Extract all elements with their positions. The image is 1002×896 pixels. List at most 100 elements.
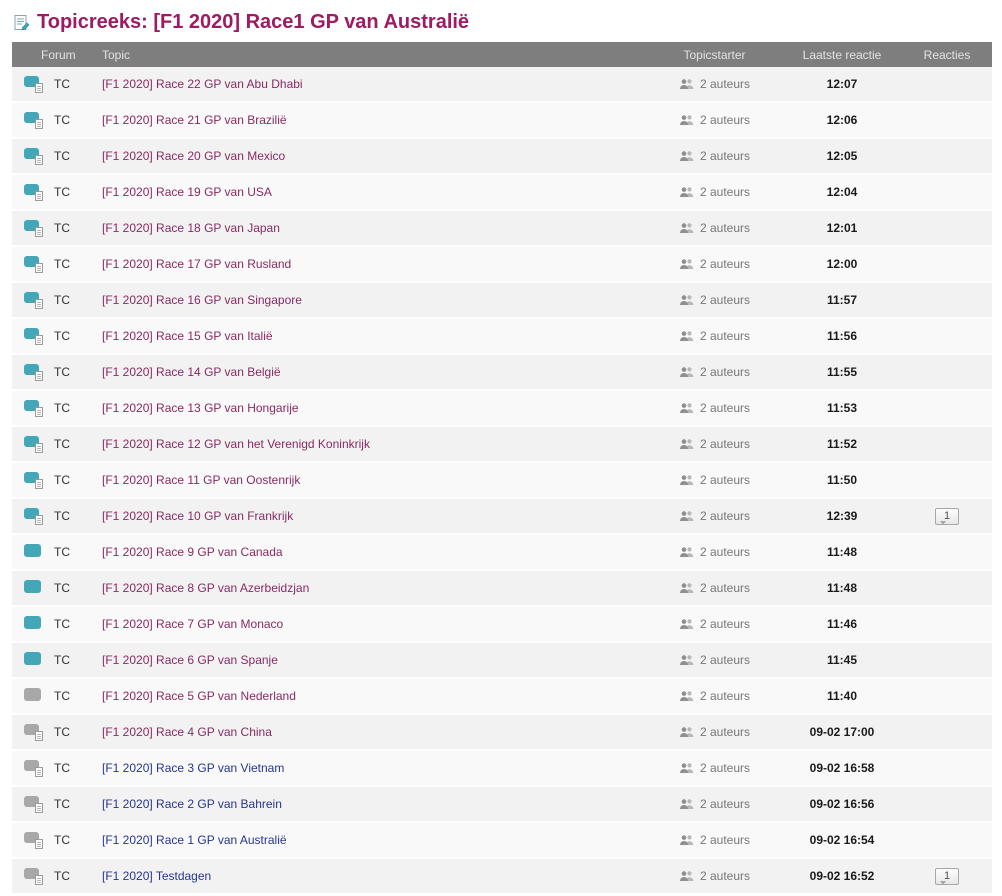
topic-link[interactable]: [F1 2020] Race 18 GP van Japan (102, 221, 280, 235)
table-body: TC [F1 2020] Race 22 GP van Abu Dhabi 2 … (12, 67, 992, 895)
topic-link[interactable]: [F1 2020] Race 8 GP van Azerbeidzjan (102, 581, 309, 595)
forum-code-link[interactable]: TC (54, 329, 70, 343)
forum-code-link[interactable]: TC (54, 257, 70, 271)
topic-link[interactable]: [F1 2020] Race 2 GP van Bahrein (102, 797, 282, 811)
topic-link[interactable]: [F1 2020] Race 5 GP van Nederland (102, 689, 296, 703)
topic-cell: [F1 2020] Race 13 GP van Hongarije (90, 401, 647, 415)
forum-cell: TC (12, 759, 90, 777)
forum-code-link[interactable]: TC (54, 617, 70, 631)
table-row: TC [F1 2020] Race 6 GP van Spanje 2 aute… (12, 643, 992, 679)
forum-code-link[interactable]: TC (54, 581, 70, 595)
topic-status-bubble-icon (23, 759, 45, 777)
topic-link[interactable]: [F1 2020] Race 4 GP van China (102, 725, 272, 739)
authors-count-label: 2 auteurs (699, 725, 751, 739)
topic-series-icon (13, 14, 30, 31)
topic-link[interactable]: [F1 2020] Testdagen (102, 869, 211, 883)
topic-cell: [F1 2020] Testdagen (90, 869, 647, 883)
forum-code-link[interactable]: TC (54, 797, 70, 811)
topicstarter-cell: 2 auteurs (647, 797, 782, 811)
note-page-icon (35, 839, 43, 849)
authors-group-icon (679, 114, 695, 126)
note-page-icon (35, 263, 43, 273)
topic-link[interactable]: [F1 2020] Race 15 GP van Italië (102, 329, 273, 343)
topicstarter-cell: 2 auteurs (647, 725, 782, 739)
authors-group-icon (679, 150, 695, 162)
topic-link[interactable]: [F1 2020] Race 19 GP van USA (102, 185, 272, 199)
last-reply-time: 12:07 (826, 77, 858, 91)
forum-cell: TC (12, 291, 90, 309)
topicstarter-cell: 2 auteurs (647, 869, 782, 883)
forum-code-link[interactable]: TC (54, 761, 70, 775)
topic-link[interactable]: [F1 2020] Race 12 GP van het Verenigd Ko… (102, 437, 370, 451)
topic-status-bubble-icon (23, 687, 45, 705)
forum-code-link[interactable]: TC (54, 689, 70, 703)
forum-code-link[interactable]: TC (54, 869, 70, 883)
forum-code-link[interactable]: TC (54, 365, 70, 379)
topic-link[interactable]: [F1 2020] Race 17 GP van Rusland (102, 257, 291, 271)
reply-count-badge[interactable]: 1 (935, 507, 959, 525)
topic-link[interactable]: [F1 2020] Race 1 GP van Australië (102, 833, 287, 847)
topic-link[interactable]: [F1 2020] Race 14 GP van België (102, 365, 281, 379)
authors-group-icon (679, 222, 695, 234)
topic-link[interactable]: [F1 2020] Race 16 GP van Singapore (102, 293, 302, 307)
authors-group-icon (679, 258, 695, 270)
note-page-icon (35, 335, 43, 345)
column-header-replies: Reacties (923, 47, 971, 62)
topic-cell: [F1 2020] Race 17 GP van Rusland (90, 257, 647, 271)
table-row: TC [F1 2020] Race 9 GP van Canada 2 aute… (12, 535, 992, 571)
forum-code-link[interactable]: TC (54, 509, 70, 523)
forum-code-link[interactable]: TC (54, 473, 70, 487)
reply-count-badge[interactable]: 1 (935, 867, 959, 885)
page-header: Topicreeks: [F1 2020] Race1 GP van Austr… (0, 0, 1002, 42)
forum-code-link[interactable]: TC (54, 77, 70, 91)
topic-link[interactable]: [F1 2020] Race 6 GP van Spanje (102, 653, 278, 667)
topic-status-bubble-icon (23, 543, 45, 561)
last-reply-time: 09-02 16:58 (809, 761, 875, 775)
table-row: TC [F1 2020] Race 22 GP van Abu Dhabi 2 … (12, 67, 992, 103)
topic-cell: [F1 2020] Race 20 GP van Mexico (90, 149, 647, 163)
note-page-icon (35, 803, 43, 813)
forum-code-link[interactable]: TC (54, 185, 70, 199)
last-reply-time: 11:48 (826, 581, 858, 595)
topic-link[interactable]: [F1 2020] Race 9 GP van Canada (102, 545, 283, 559)
authors-group-icon (679, 546, 695, 558)
note-page-icon (35, 119, 43, 129)
topic-link[interactable]: [F1 2020] Race 22 GP van Abu Dhabi (102, 77, 303, 91)
table-row: TC [F1 2020] Race 20 GP van Mexico 2 aut… (12, 139, 992, 175)
forum-code-link[interactable]: TC (54, 293, 70, 307)
forum-code-link[interactable]: TC (54, 833, 70, 847)
authors-count-label: 2 auteurs (699, 473, 751, 487)
authors-count-label: 2 auteurs (699, 185, 751, 199)
topic-link[interactable]: [F1 2020] Race 7 GP van Monaco (102, 617, 283, 631)
speech-bubble-icon (24, 688, 41, 701)
topic-link[interactable]: [F1 2020] Race 11 GP van Oostenrijk (102, 473, 300, 487)
table-row: TC [F1 2020] Race 14 GP van België 2 aut… (12, 355, 992, 391)
topic-link[interactable]: [F1 2020] Race 20 GP van Mexico (102, 149, 285, 163)
forum-code-link[interactable]: TC (54, 221, 70, 235)
note-page-icon (35, 731, 43, 741)
forum-code-link[interactable]: TC (54, 653, 70, 667)
forum-cell: TC (12, 579, 90, 597)
forum-code-link[interactable]: TC (54, 113, 70, 127)
forum-code-link[interactable]: TC (54, 149, 70, 163)
topic-link[interactable]: [F1 2020] Race 3 GP van Vietnam (102, 761, 284, 775)
last-reply-time: 11:50 (826, 473, 858, 487)
forum-code-link[interactable]: TC (54, 401, 70, 415)
forum-code-link[interactable]: TC (54, 725, 70, 739)
topic-status-bubble-icon (23, 111, 45, 129)
topicstarter-cell: 2 auteurs (647, 401, 782, 415)
topic-status-bubble-icon (23, 651, 45, 669)
forum-code-link[interactable]: TC (54, 545, 70, 559)
topic-link[interactable]: [F1 2020] Race 13 GP van Hongarije (102, 401, 299, 415)
topic-link[interactable]: [F1 2020] Race 21 GP van Brazilië (102, 113, 287, 127)
topic-link[interactable]: [F1 2020] Race 10 GP van Frankrijk (102, 509, 293, 523)
forum-cell: TC (12, 399, 90, 417)
topic-cell: [F1 2020] Race 21 GP van Brazilië (90, 113, 647, 127)
forum-code-link[interactable]: TC (54, 437, 70, 451)
table-row: TC [F1 2020] Race 10 GP van Frankrijk 2 … (12, 499, 992, 535)
note-page-icon (35, 767, 43, 777)
last-reply-time: 12:01 (826, 221, 858, 235)
topic-cell: [F1 2020] Race 6 GP van Spanje (90, 653, 647, 667)
topicstarter-cell: 2 auteurs (647, 77, 782, 91)
topic-status-bubble-icon (23, 579, 45, 597)
